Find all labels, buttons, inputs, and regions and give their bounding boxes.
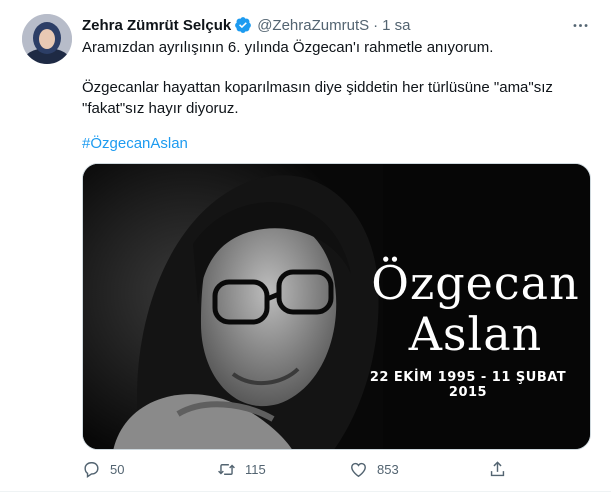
retweet-icon	[218, 463, 235, 475]
like-icon	[351, 462, 366, 477]
reply-count: 50	[110, 461, 125, 477]
media-title-first-name: Özgecan	[371, 256, 580, 310]
like-count: 853	[377, 461, 399, 477]
share-button[interactable]	[488, 458, 507, 480]
verified-icon	[234, 16, 252, 34]
reply-icon	[84, 461, 99, 478]
avatar[interactable]	[22, 14, 72, 64]
like-button[interactable]: 853	[349, 458, 399, 480]
media-title-last-name: Aslan	[408, 307, 543, 361]
tweet-media[interactable]: Özgecan Aslan 22 EKİM 1995 - 11 ŞUBAT 20…	[82, 163, 591, 450]
author-handle[interactable]: @ZehraZumrutS	[257, 17, 369, 34]
tweet-text-line-3: "fakat"sız hayır diyoruz.	[82, 100, 239, 117]
retweet-count: 115	[245, 461, 266, 477]
tweet-text-line-1: Aramızdan ayrılışının 6. yılında Özgecan…	[82, 39, 494, 56]
retweet-button[interactable]: 115	[217, 458, 266, 480]
hashtag-link[interactable]: #ÖzgecanAslan	[82, 134, 188, 154]
more-icon[interactable]	[569, 14, 591, 36]
media-dates: 22 EKİM 1995 - 11 ŞUBAT 2015	[369, 370, 567, 400]
tweet-header: Zehra Zümrüt Selçuk @ZehraZumrutS · 1 sa	[82, 15, 410, 35]
tweet[interactable]: Zehra Zümrüt Selçuk @ZehraZumrutS · 1 sa…	[0, 0, 611, 492]
tweet-text-line-2: Özgecanlar hayattan koparılmasın diye şi…	[82, 79, 553, 96]
reply-button[interactable]: 50	[82, 458, 124, 480]
share-icon	[490, 460, 505, 476]
timestamp[interactable]: 1 sa	[382, 17, 410, 34]
separator-dot: ·	[373, 16, 379, 34]
author-name[interactable]: Zehra Zümrüt Selçuk	[82, 17, 231, 34]
action-bar: 50 115 853	[82, 458, 591, 480]
